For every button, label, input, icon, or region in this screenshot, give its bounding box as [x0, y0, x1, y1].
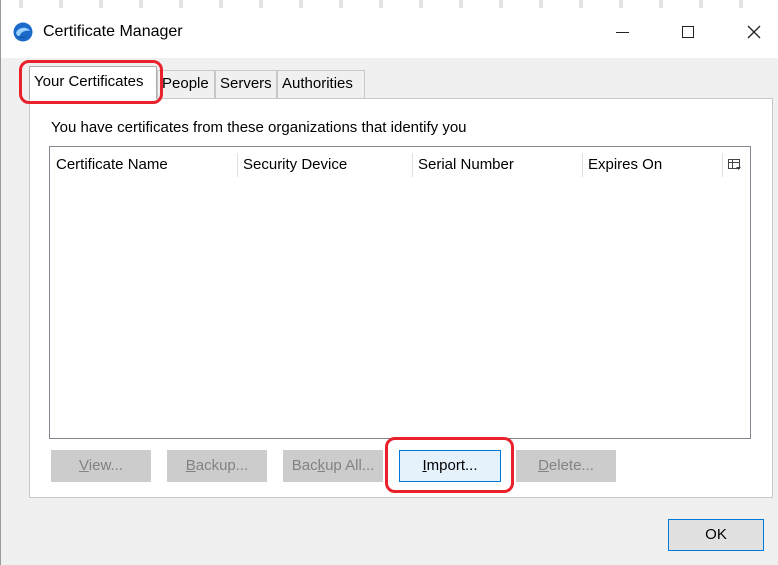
close-icon [747, 25, 761, 39]
maximize-button[interactable] [665, 18, 711, 46]
tab-servers[interactable]: Servers [215, 70, 277, 98]
column-picker-icon[interactable] [728, 159, 742, 171]
column-separator[interactable] [722, 153, 723, 177]
panel-intro-text: You have certificates from these organiz… [51, 119, 467, 136]
thunderbird-icon [13, 22, 33, 42]
certificate-list[interactable]: Certificate Name Security Device Serial … [49, 146, 751, 439]
delete-button[interactable]: Delete... [516, 450, 616, 482]
import-button[interactable]: Import... [399, 450, 501, 482]
view-button[interactable]: View... [51, 450, 151, 482]
tab-people[interactable]: People [157, 70, 215, 98]
column-header-security-device[interactable]: Security Device [237, 147, 412, 183]
title-bar[interactable]: Certificate Manager [1, 0, 778, 58]
column-header-serial-number[interactable]: Serial Number [412, 147, 582, 183]
backup-button[interactable]: Backup... [167, 450, 267, 482]
column-header-certificate-name[interactable]: Certificate Name [50, 147, 236, 183]
window-title: Certificate Manager [43, 23, 183, 40]
backup-all-button[interactable]: Backup All... [283, 450, 383, 482]
certificate-manager-window: Certificate Manager Your Certificates Pe… [0, 0, 778, 565]
tab-authorities[interactable]: Authorities [277, 70, 365, 98]
minimize-button[interactable] [599, 18, 645, 46]
background-window-strip [1, 0, 778, 8]
maximize-icon [682, 26, 694, 38]
tab-your-certificates[interactable]: Your Certificates [29, 66, 157, 99]
column-header-expires-on[interactable]: Expires On [582, 147, 722, 183]
minimize-icon [615, 31, 629, 33]
close-button[interactable] [731, 18, 777, 46]
ok-button[interactable]: OK [668, 519, 764, 551]
